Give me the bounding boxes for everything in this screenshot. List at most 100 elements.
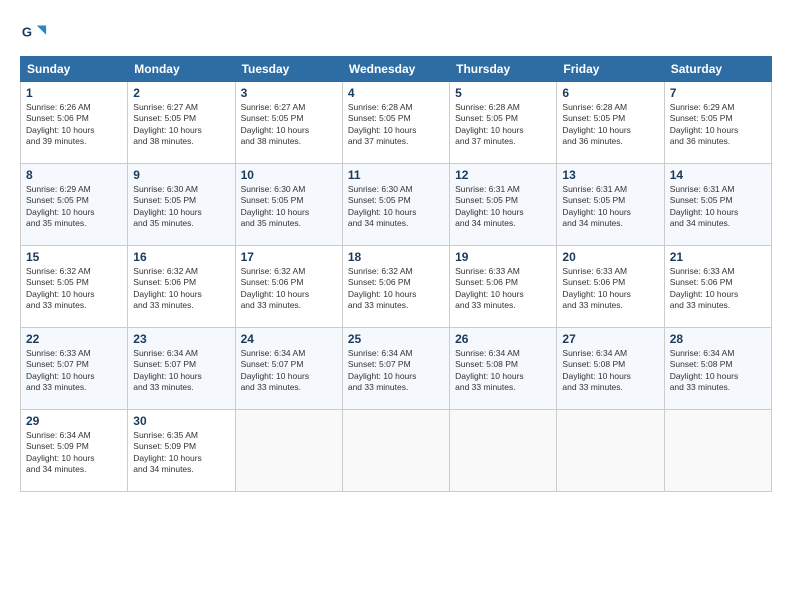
empty-day [557,410,664,492]
calendar-day-11: 11 Sunrise: 6:30 AM Sunset: 5:05 PM Dayli… [342,164,449,246]
calendar-day-19: 19 Sunrise: 6:33 AM Sunset: 5:06 PM Dayli… [450,246,557,328]
calendar-day-17: 17 Sunrise: 6:32 AM Sunset: 5:06 PM Dayli… [235,246,342,328]
calendar-day-20: 20 Sunrise: 6:33 AM Sunset: 5:06 PM Dayli… [557,246,664,328]
day-number: 5 [455,86,551,100]
day-number: 22 [26,332,122,346]
day-number: 19 [455,250,551,264]
day-number: 26 [455,332,551,346]
day-info: Sunrise: 6:28 AM Sunset: 5:05 PM Dayligh… [562,102,658,148]
day-info: Sunrise: 6:34 AM Sunset: 5:09 PM Dayligh… [26,430,122,476]
day-number: 6 [562,86,658,100]
header-day-tuesday: Tuesday [235,57,342,82]
day-number: 3 [241,86,337,100]
day-info: Sunrise: 6:26 AM Sunset: 5:06 PM Dayligh… [26,102,122,148]
header-day-monday: Monday [128,57,235,82]
calendar-day-2: 2Sunrise: 6:27 AM Sunset: 5:05 PM Daylig… [128,82,235,164]
calendar-day-8: 8 Sunrise: 6:29 AM Sunset: 5:05 PM Daylig… [21,164,128,246]
day-info: Sunrise: 6:30 AM Sunset: 5:05 PM Dayligh… [133,184,229,230]
day-number: 20 [562,250,658,264]
day-number: 10 [241,168,337,182]
day-number: 28 [670,332,766,346]
calendar-day-9: 9 Sunrise: 6:30 AM Sunset: 5:05 PM Daylig… [128,164,235,246]
calendar-day-10: 10 Sunrise: 6:30 AM Sunset: 5:05 PM Dayli… [235,164,342,246]
day-info: Sunrise: 6:29 AM Sunset: 5:05 PM Dayligh… [26,184,122,230]
day-number: 15 [26,250,122,264]
day-number: 11 [348,168,444,182]
logo-icon: G [20,18,48,46]
day-info: Sunrise: 6:31 AM Sunset: 5:05 PM Dayligh… [562,184,658,230]
day-info: Sunrise: 6:30 AM Sunset: 5:05 PM Dayligh… [241,184,337,230]
calendar-day-1: 1 Sunrise: 6:26 AM Sunset: 5:06 PM Daylig… [21,82,128,164]
calendar-day-18: 18 Sunrise: 6:32 AM Sunset: 5:06 PM Dayli… [342,246,449,328]
calendar-day-5: 5 Sunrise: 6:28 AM Sunset: 5:05 PM Daylig… [450,82,557,164]
header-day-wednesday: Wednesday [342,57,449,82]
day-info: Sunrise: 6:33 AM Sunset: 5:06 PM Dayligh… [562,266,658,312]
calendar-week-5: 29Sunrise: 6:34 AM Sunset: 5:09 PM Dayli… [21,410,772,492]
header-day-saturday: Saturday [664,57,771,82]
day-number: 30 [133,414,229,428]
day-info: Sunrise: 6:34 AM Sunset: 5:08 PM Dayligh… [455,348,551,394]
calendar-body: 1 Sunrise: 6:26 AM Sunset: 5:06 PM Daylig… [21,82,772,492]
calendar-day-14: 14Sunrise: 6:31 AM Sunset: 5:05 PM Dayli… [664,164,771,246]
calendar-day-24: 24 Sunrise: 6:34 AM Sunset: 5:07 PM Dayli… [235,328,342,410]
day-info: Sunrise: 6:35 AM Sunset: 5:09 PM Dayligh… [133,430,229,476]
day-number: 1 [26,86,122,100]
calendar-table: SundayMondayTuesdayWednesdayThursdayFrid… [20,56,772,492]
calendar-page: G SundayMondayTuesdayWednesdayThursdayFr… [0,0,792,612]
day-number: 18 [348,250,444,264]
empty-day [450,410,557,492]
day-info: Sunrise: 6:32 AM Sunset: 5:06 PM Dayligh… [241,266,337,312]
day-info: Sunrise: 6:28 AM Sunset: 5:05 PM Dayligh… [348,102,444,148]
day-number: 12 [455,168,551,182]
calendar-day-4: 4 Sunrise: 6:28 AM Sunset: 5:05 PM Daylig… [342,82,449,164]
calendar-day-27: 27 Sunrise: 6:34 AM Sunset: 5:08 PM Dayli… [557,328,664,410]
day-info: Sunrise: 6:32 AM Sunset: 5:06 PM Dayligh… [133,266,229,312]
day-info: Sunrise: 6:33 AM Sunset: 5:07 PM Dayligh… [26,348,122,394]
header-day-friday: Friday [557,57,664,82]
day-number: 4 [348,86,444,100]
day-info: Sunrise: 6:33 AM Sunset: 5:06 PM Dayligh… [455,266,551,312]
header-day-sunday: Sunday [21,57,128,82]
calendar-week-4: 22 Sunrise: 6:33 AM Sunset: 5:07 PM Dayli… [21,328,772,410]
calendar-header: SundayMondayTuesdayWednesdayThursdayFrid… [21,57,772,82]
calendar-week-3: 15Sunrise: 6:32 AM Sunset: 5:05 PM Dayli… [21,246,772,328]
day-info: Sunrise: 6:34 AM Sunset: 5:07 PM Dayligh… [348,348,444,394]
calendar-day-23: 23Sunrise: 6:34 AM Sunset: 5:07 PM Dayli… [128,328,235,410]
day-info: Sunrise: 6:27 AM Sunset: 5:05 PM Dayligh… [241,102,337,148]
calendar-day-22: 22 Sunrise: 6:33 AM Sunset: 5:07 PM Dayli… [21,328,128,410]
header-day-thursday: Thursday [450,57,557,82]
day-number: 9 [133,168,229,182]
day-info: Sunrise: 6:30 AM Sunset: 5:05 PM Dayligh… [348,184,444,230]
calendar-day-21: 21 Sunrise: 6:33 AM Sunset: 5:06 PM Dayli… [664,246,771,328]
calendar-day-28: 28 Sunrise: 6:34 AM Sunset: 5:08 PM Dayli… [664,328,771,410]
day-number: 21 [670,250,766,264]
day-number: 27 [562,332,658,346]
calendar-day-12: 12Sunrise: 6:31 AM Sunset: 5:05 PM Dayli… [450,164,557,246]
day-info: Sunrise: 6:34 AM Sunset: 5:08 PM Dayligh… [670,348,766,394]
day-number: 17 [241,250,337,264]
day-info: Sunrise: 6:28 AM Sunset: 5:05 PM Dayligh… [455,102,551,148]
day-number: 24 [241,332,337,346]
day-info: Sunrise: 6:32 AM Sunset: 5:06 PM Dayligh… [348,266,444,312]
day-info: Sunrise: 6:29 AM Sunset: 5:05 PM Dayligh… [670,102,766,148]
day-info: Sunrise: 6:33 AM Sunset: 5:06 PM Dayligh… [670,266,766,312]
calendar-week-2: 8 Sunrise: 6:29 AM Sunset: 5:05 PM Daylig… [21,164,772,246]
calendar-day-3: 3 Sunrise: 6:27 AM Sunset: 5:05 PM Daylig… [235,82,342,164]
calendar-day-7: 7 Sunrise: 6:29 AM Sunset: 5:05 PM Daylig… [664,82,771,164]
calendar-day-16: 16 Sunrise: 6:32 AM Sunset: 5:06 PM Dayli… [128,246,235,328]
calendar-day-25: 25 Sunrise: 6:34 AM Sunset: 5:07 PM Dayli… [342,328,449,410]
day-number: 16 [133,250,229,264]
calendar-day-6: 6 Sunrise: 6:28 AM Sunset: 5:05 PM Daylig… [557,82,664,164]
day-number: 25 [348,332,444,346]
calendar-week-1: 1 Sunrise: 6:26 AM Sunset: 5:06 PM Daylig… [21,82,772,164]
day-number: 8 [26,168,122,182]
calendar-day-26: 26 Sunrise: 6:34 AM Sunset: 5:08 PM Dayli… [450,328,557,410]
empty-day [342,410,449,492]
day-info: Sunrise: 6:34 AM Sunset: 5:07 PM Dayligh… [133,348,229,394]
day-info: Sunrise: 6:31 AM Sunset: 5:05 PM Dayligh… [670,184,766,230]
empty-day [235,410,342,492]
day-number: 7 [670,86,766,100]
day-info: Sunrise: 6:34 AM Sunset: 5:08 PM Dayligh… [562,348,658,394]
logo: G [20,18,54,46]
day-info: Sunrise: 6:34 AM Sunset: 5:07 PM Dayligh… [241,348,337,394]
